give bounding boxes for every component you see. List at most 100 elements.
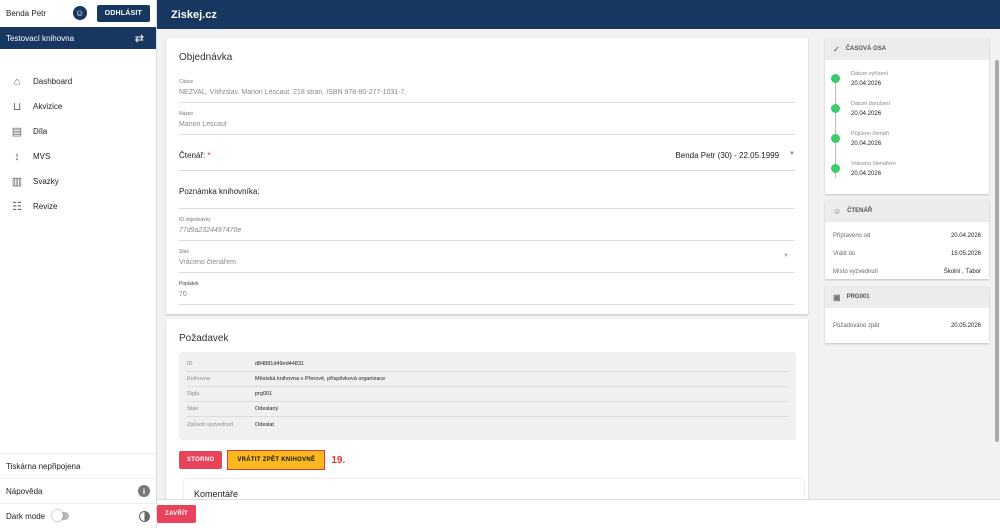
table-row: ID d84881d49ed44831 — [187, 357, 788, 372]
title-field: Název Manon Lescaut — [179, 103, 795, 135]
info-icon[interactable]: i — [138, 485, 150, 497]
sidebar-item-akvizice[interactable]: ⊔ Akvizice — [0, 94, 156, 119]
timeline-date: 20.04.2026 — [851, 141, 882, 147]
app-bar: Ziskej.cz — [157, 0, 1000, 29]
row-key: Požadováno zpět — [833, 323, 880, 329]
state-select[interactable]: Stav Vráceno čtenářem ▼ — [179, 241, 795, 273]
reader-panel-row: Vrátit do 15.05.2026 — [825, 245, 989, 263]
library-name: Testovací knihovna — [6, 33, 75, 43]
fee-field[interactable]: Poplatek 70 — [179, 273, 795, 305]
librarian-note-field[interactable]: Poznámka knihovníka: — [179, 171, 795, 209]
contrast-icon — [139, 510, 150, 522]
sidebar-item-dila[interactable]: ▤ Díla — [0, 119, 156, 144]
timeline-dot — [831, 134, 840, 143]
cancel-button[interactable]: STORNO — [179, 451, 223, 469]
librarian-note-label: Poznámka knihovníka: — [179, 187, 260, 196]
person-icon: ☺ — [833, 206, 842, 216]
timeline-label: Půjčeno čtenáři — [851, 131, 889, 137]
person-icon[interactable]: ☺ — [72, 6, 87, 20]
request-title: Požadavek — [179, 333, 229, 344]
library-panel-title: PRG001 — [846, 294, 870, 300]
printer-status-label: Tiskárna nepřipojena — [6, 461, 81, 471]
timeline-label: Datum vyřízení — [851, 71, 888, 77]
main-content: Objednávka Citace NEZVAL, Vítězslav. Man… — [157, 29, 1000, 528]
request-actions: STORNO VRÁTIT ZPĚT KNIHOVNĚ 19. — [179, 450, 345, 470]
row-value: d84881d49ed44831 — [255, 361, 304, 367]
row-key: Vrátit do — [833, 251, 856, 257]
timeline-line — [835, 78, 836, 178]
title-label: Název — [179, 111, 194, 117]
state-label: Stav — [179, 249, 190, 255]
order-card: Objednávka Citace NEZVAL, Vítězslav. Man… — [166, 38, 808, 314]
sidebar-item-svazky[interactable]: ▥ Svazky — [0, 169, 156, 194]
row-value: prg001 — [255, 391, 273, 397]
timeline-title: ČASOVÁ OSA — [845, 46, 887, 52]
logout-button[interactable]: ODHLÁSIT — [96, 4, 150, 22]
printer-status[interactable]: Tiskárna nepřipojena — [0, 453, 156, 478]
sidebar-item-dashboard[interactable]: ⌂ Dashboard — [0, 69, 156, 94]
request-details-table: ID d84881d49ed44831 Knihovna Městská kni… — [179, 352, 796, 440]
timeline-card: ✓ ČASOVÁ OSA Datum vyřízení 20.04.2026 D… — [825, 38, 989, 194]
row-key: Místo vyzvednutí — [833, 269, 879, 275]
row-value: 20.05.2026 — [950, 323, 981, 329]
help-link[interactable]: Nápověda i — [0, 478, 156, 503]
timeline-dot — [831, 74, 840, 83]
reader-select[interactable]: Čtenář: * Benda Petr (30) - 22.05.1999 ▼ — [179, 135, 795, 171]
library-switcher[interactable]: Testovací knihovna ⇄ — [0, 27, 156, 49]
timeline-dot — [831, 104, 840, 113]
dark-mode-label: Dark mode — [6, 511, 46, 521]
order-id-value: 77d9a2324497470e — [179, 227, 242, 234]
row-key: Stav — [187, 406, 199, 412]
sidebar: Benda Petr ☺ ODHLÁSIT Testovací knihovna… — [0, 0, 157, 528]
timeline-label: Datum doručení — [851, 101, 891, 107]
sidebar-nav: ⌂ Dashboard ⊔ Akvizice ▤ Díla ↕ MVS ▥ Sv… — [0, 69, 156, 219]
dark-mode-toggle[interactable] — [52, 510, 70, 521]
title-value: Manon Lescaut — [179, 121, 227, 128]
reader-value: Benda Petr (30) - 22.05.1999 — [675, 151, 780, 160]
sidebar-item-label: Akvizice — [33, 102, 63, 111]
table-row: Sigla prg001 — [187, 387, 788, 402]
row-key: Způsob vyzvednutí — [187, 421, 234, 428]
return-to-library-button[interactable]: VRÁTIT ZPĚT KNIHOVNĚ — [227, 450, 326, 470]
reader-panel-title: ČTENÁŘ — [847, 208, 873, 214]
chevron-down-icon[interactable]: ▼ — [789, 151, 795, 160]
library-panel-row: Požadováno zpět 20.05.2026 — [825, 317, 989, 335]
shuffle-icon[interactable]: ⇄ — [135, 32, 144, 45]
order-id-field: ID objednávky 77d9a2324497470e — [179, 209, 795, 241]
scrollbar[interactable] — [995, 60, 999, 442]
timeline-date: 20.04.2026 — [851, 81, 882, 87]
reader-panel: ☺ ČTENÁŘ Připraveno od 20.04.2026 Vrátit… — [825, 200, 989, 279]
sidebar-item-mvs[interactable]: ↕ MVS — [0, 144, 156, 169]
basket-icon: ⊔ — [12, 101, 22, 113]
book-icon: ▤ — [11, 126, 23, 138]
user-row: Benda Petr ☺ ODHLÁSIT — [0, 0, 156, 26]
table-row: Stav Odeslaný — [187, 402, 788, 417]
sidebar-item-label: Svazky — [33, 177, 59, 186]
timeline-icon: ✓ — [833, 44, 840, 54]
checklist-icon: ☷ — [12, 201, 22, 213]
row-key: Připraveno od — [833, 233, 871, 239]
row-key: ID — [187, 361, 193, 367]
user-name: Benda Petr — [6, 8, 47, 18]
dark-mode-row: Dark mode — [0, 503, 156, 528]
close-button[interactable]: ZAVŘÍT — [157, 505, 197, 523]
chevron-down-icon[interactable]: ▼ — [783, 253, 789, 259]
bottom-bar: ZAVŘÍT — [157, 499, 1000, 528]
reader-panel-header: ☺ ČTENÁŘ — [825, 200, 989, 222]
library-panel: ▣ PRG001 Požadováno zpět 20.05.2026 — [825, 286, 989, 343]
help-label: Nápověda — [6, 486, 43, 496]
timeline-header: ✓ ČASOVÁ OSA — [825, 38, 989, 60]
sidebar-footer: Tiskárna nepřipojena Nápověda i Dark mod… — [0, 453, 156, 528]
row-value: Odeslat — [255, 421, 274, 428]
library-icon: ▣ — [833, 292, 841, 302]
row-value: 20.04.2026 — [950, 233, 981, 239]
timeline-date: 20.04.2026 — [851, 111, 882, 117]
table-row: Způsob vyzvednutí Odeslat — [187, 417, 788, 432]
reader-panel-row: Místo vyzvednutí Školní , Tábor — [825, 263, 989, 281]
sidebar-item-revize[interactable]: ☷ Revize — [0, 194, 156, 219]
request-card: Požadavek ID d84881d49ed44831 Knihovna M… — [166, 319, 808, 528]
timeline-dot — [831, 164, 840, 173]
timeline-date: 20.04.2026 — [851, 171, 882, 177]
sidebar-item-label: Dashboard — [33, 77, 73, 86]
app-title: Ziskej.cz — [171, 8, 217, 21]
